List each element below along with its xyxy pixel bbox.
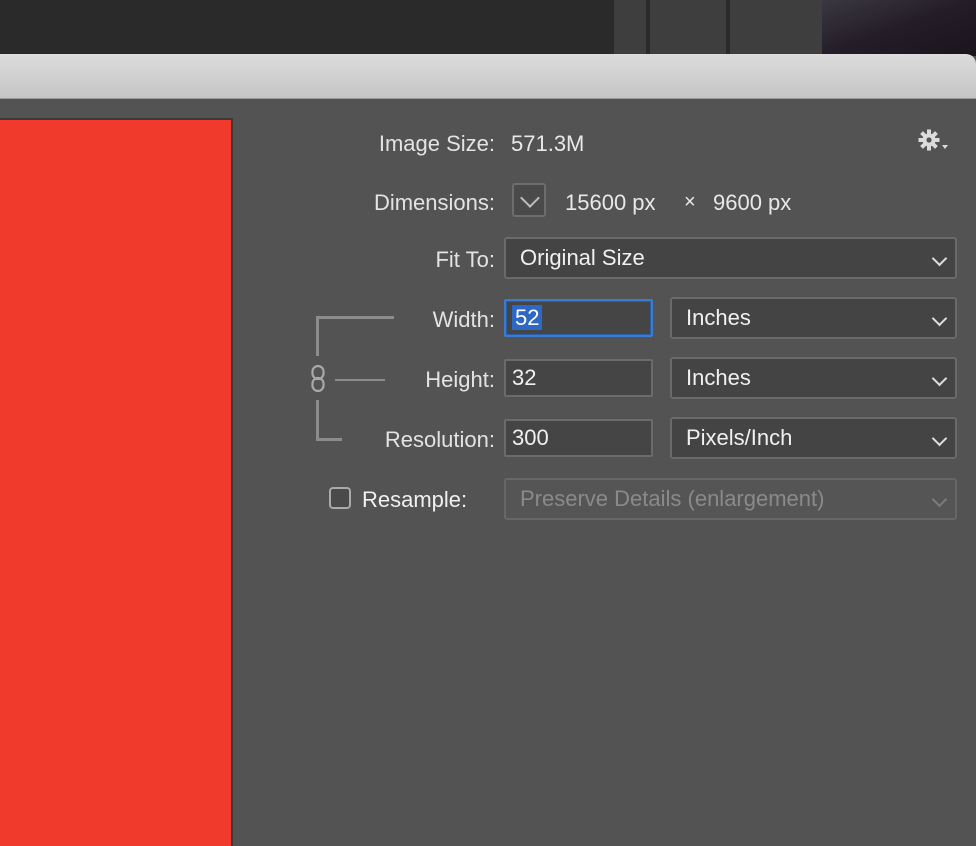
resample-method-value: Preserve Details (enlargement) bbox=[520, 486, 825, 511]
chain-link-icon[interactable] bbox=[309, 364, 327, 394]
app-background-toolbar bbox=[0, 0, 976, 56]
gear-icon[interactable] bbox=[918, 129, 948, 155]
dimensions-times-sign: × bbox=[684, 191, 696, 213]
height-unit-value: Inches bbox=[686, 365, 751, 390]
image-size-label: Image Size: bbox=[378, 131, 495, 156]
toolbar-segment bbox=[822, 0, 976, 56]
resolution-input[interactable]: 300 bbox=[504, 419, 653, 457]
link-bracket-top bbox=[316, 316, 394, 319]
dimensions-label: Dimensions: bbox=[373, 190, 495, 215]
width-unit-dropdown[interactable]: Inches bbox=[670, 297, 957, 339]
toolbar-segment bbox=[650, 0, 728, 56]
resolution-value: 300 bbox=[512, 425, 549, 450]
chevron-down-icon bbox=[520, 188, 540, 208]
resolution-unit-dropdown[interactable]: Pixels/Inch bbox=[670, 417, 957, 459]
chevron-down-icon bbox=[931, 310, 948, 327]
resolution-unit-value: Pixels/Inch bbox=[686, 425, 793, 450]
fit-to-value: Original Size bbox=[520, 245, 645, 270]
fit-to-dropdown[interactable]: Original Size bbox=[504, 237, 957, 279]
link-bracket-top-vertical bbox=[316, 316, 319, 356]
chevron-down-icon bbox=[931, 430, 948, 447]
link-bracket-bottom bbox=[316, 438, 342, 441]
chevron-down-icon bbox=[931, 250, 948, 267]
height-value: 32 bbox=[512, 365, 537, 390]
chevron-down-icon bbox=[931, 491, 948, 508]
resample-method-dropdown: Preserve Details (enlargement) bbox=[504, 478, 957, 520]
height-input[interactable]: 32 bbox=[504, 359, 653, 397]
toolbar-segment bbox=[730, 0, 822, 56]
dimensions-height-value: 9600 px bbox=[713, 190, 792, 215]
resample-checkbox[interactable] bbox=[329, 487, 351, 509]
link-bracket-bottom-vertical bbox=[316, 400, 319, 441]
height-label: Height: bbox=[425, 367, 495, 392]
width-label: Width: bbox=[432, 307, 495, 332]
dimensions-units-toggle[interactable] bbox=[512, 183, 546, 217]
link-bracket-middle bbox=[335, 379, 385, 381]
resolution-label: Resolution: bbox=[384, 427, 495, 452]
image-size-value: 571.3M bbox=[511, 131, 585, 156]
toolbar-segment bbox=[614, 0, 648, 56]
width-value: 52 bbox=[512, 305, 543, 330]
height-unit-dropdown[interactable]: Inches bbox=[670, 357, 957, 399]
image-preview[interactable] bbox=[0, 118, 233, 846]
width-input[interactable]: 52 bbox=[504, 299, 653, 337]
fit-to-label: Fit To: bbox=[435, 247, 495, 272]
dimensions-width-value: 15600 px bbox=[565, 190, 656, 215]
width-unit-value: Inches bbox=[686, 305, 751, 330]
chevron-down-icon bbox=[931, 370, 948, 387]
resample-label[interactable]: Resample: bbox=[362, 487, 467, 513]
dialog-title-bar[interactable] bbox=[0, 54, 976, 99]
